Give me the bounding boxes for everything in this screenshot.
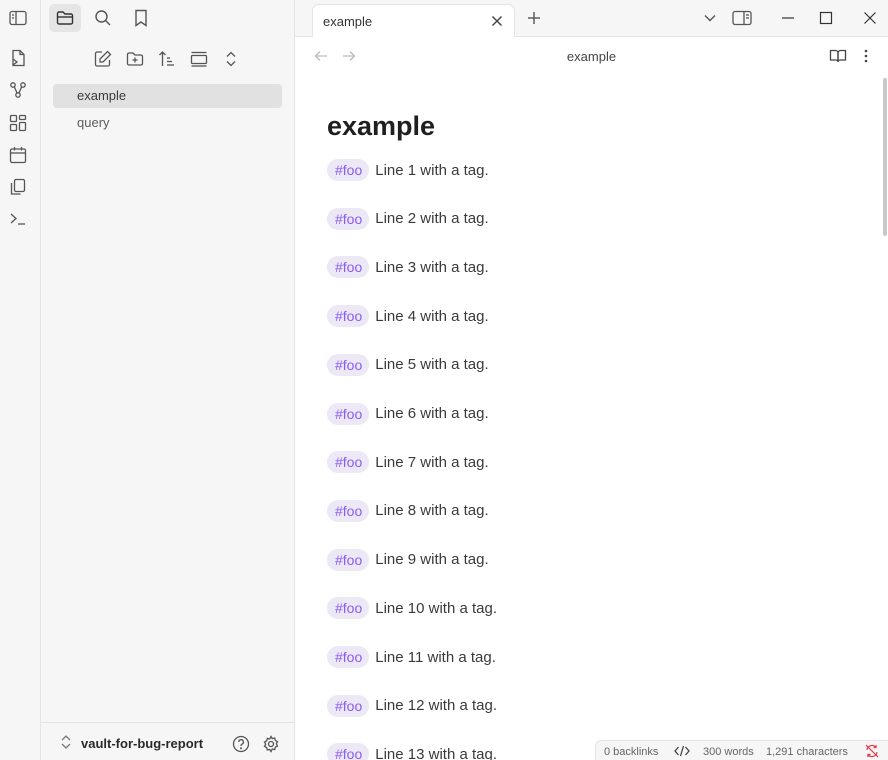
line-text: Line 1 with a tag. <box>375 161 489 179</box>
vault-switcher-icon[interactable] <box>59 733 73 751</box>
help-icon[interactable] <box>231 734 251 754</box>
document-line: #foo Line 8 with a tag. <box>327 497 489 525</box>
toggle-sidebar-icon[interactable] <box>6 6 30 30</box>
scrollbar[interactable] <box>883 78 887 236</box>
settings-gear-icon[interactable] <box>261 734 281 754</box>
line-text: Line 6 with a tag. <box>375 405 489 422</box>
document-line: #foo Line 13 with a tag. <box>327 740 497 760</box>
tab-example[interactable]: example <box>312 4 515 38</box>
file-item-query[interactable]: query <box>53 111 282 135</box>
folder-icon <box>56 11 74 25</box>
document-line: #foo Line 11 with a tag. <box>327 643 496 671</box>
tag-pill[interactable]: #foo <box>327 597 370 620</box>
templates-icon[interactable] <box>6 175 30 199</box>
view-title[interactable]: example <box>295 49 888 64</box>
search-tab[interactable] <box>87 4 119 32</box>
reading-view-book-icon[interactable] <box>828 46 848 66</box>
close-icon[interactable] <box>489 13 505 29</box>
bookmark-icon <box>135 9 147 27</box>
tag-pill[interactable]: #foo <box>327 353 370 376</box>
backlinks-count[interactable]: 0 backlinks <box>604 746 658 758</box>
file-label: example <box>77 88 127 103</box>
new-folder-icon <box>126 52 144 66</box>
document-line: #foo Line 9 with a tag. <box>327 546 489 574</box>
ribbon <box>0 0 41 760</box>
line-text: Line 3 with a tag. <box>375 258 489 276</box>
search-icon <box>95 10 111 26</box>
line-text: Line 5 with a tag. <box>375 356 489 374</box>
files-tab[interactable] <box>49 4 81 32</box>
word-count: 300 words <box>703 746 754 758</box>
document-line: #foo Line 2 with a tag. <box>327 205 489 233</box>
tag-pill[interactable]: #foo <box>327 256 370 279</box>
document-line: #foo Line 1 with a tag. <box>327 156 489 184</box>
tag-pill[interactable]: #foo <box>327 694 370 717</box>
character-count: 1,291 characters <box>766 746 848 758</box>
status-bar: 0 backlinks 300 words 1,291 characters <box>595 740 888 760</box>
toggle-right-sidebar-icon[interactable] <box>730 6 754 30</box>
daily-notes-icon[interactable] <box>6 143 30 167</box>
tag-pill[interactable]: #foo <box>327 548 370 571</box>
reveal-icon <box>190 51 208 67</box>
tag-pill[interactable]: #foo <box>327 743 370 760</box>
sort-icon <box>159 51 174 66</box>
line-text: Line 11 with a tag. <box>375 648 496 666</box>
document-line: #foo Line 6 with a tag. <box>327 400 489 428</box>
tag-pill[interactable]: #foo <box>327 207 370 230</box>
new-note-button[interactable] <box>90 46 116 72</box>
graph-view-icon[interactable] <box>6 78 30 102</box>
tag-pill[interactable]: #foo <box>327 159 370 181</box>
document-line: #foo Line 7 with a tag. <box>327 448 489 476</box>
chevrons-up-down-icon <box>226 51 236 67</box>
document-line: #foo Line 10 with a tag. <box>327 594 497 622</box>
view-header: example <box>295 37 888 75</box>
source-mode-code-icon[interactable] <box>674 744 690 758</box>
editor-content[interactable]: example #foo Line 1 with a tag. #foo Line 2… <box>295 75 888 760</box>
title-bar: example <box>295 0 888 38</box>
open-quick-switcher-icon[interactable] <box>6 46 30 70</box>
vault-profile: vault-for-bug-report <box>41 722 295 760</box>
command-palette-icon[interactable] <box>6 207 30 231</box>
document-line: #foo Line 4 with a tag. <box>327 302 489 330</box>
document-line: #foo Line 3 with a tag. <box>327 253 489 281</box>
bookmarks-tab[interactable] <box>125 4 157 32</box>
tag-pill[interactable]: #foo <box>327 499 370 522</box>
file-label: query <box>77 115 110 130</box>
new-note-icon <box>94 50 112 67</box>
line-text: Line 4 with a tag. <box>375 307 489 325</box>
sort-button[interactable] <box>154 46 180 72</box>
line-text: Line 13 with a tag. <box>375 745 498 760</box>
tab-list-chevron-down-icon[interactable] <box>698 6 722 30</box>
window-close-icon[interactable] <box>858 6 882 30</box>
tag-pill[interactable]: #foo <box>327 451 370 474</box>
auto-reveal-button[interactable] <box>186 46 212 72</box>
minimize-icon[interactable] <box>776 6 800 30</box>
collapse-all-button[interactable] <box>218 46 244 72</box>
new-folder-button[interactable] <box>122 46 148 72</box>
document-line: #foo Line 12 with a tag. <box>327 692 497 720</box>
line-text: Line 10 with a tag. <box>375 599 498 617</box>
canvas-icon[interactable] <box>6 111 30 135</box>
tag-pill[interactable]: #foo <box>327 402 370 425</box>
vault-name[interactable]: vault-for-bug-report <box>81 736 203 751</box>
maximize-icon[interactable] <box>814 6 838 30</box>
sync-error-icon[interactable] <box>864 744 880 758</box>
tab-label: example <box>323 14 373 29</box>
left-sidebar: example query vault-for-bug-report <box>41 0 295 760</box>
document-line: #foo Line 5 with a tag. <box>327 351 489 379</box>
line-text: Line 9 with a tag. <box>375 551 489 569</box>
tag-pill[interactable]: #foo <box>327 646 370 668</box>
document-title: example <box>327 111 436 141</box>
new-tab-plus-icon[interactable] <box>522 6 546 30</box>
tag-pill[interactable]: #foo <box>327 305 370 328</box>
line-text: Line 2 with a tag. <box>375 210 489 228</box>
file-item-example[interactable]: example <box>53 84 282 108</box>
more-options-icon[interactable] <box>856 46 876 66</box>
line-text: Line 7 with a tag. <box>375 453 489 471</box>
line-text: Line 12 with a tag. <box>375 697 498 715</box>
line-text: Line 8 with a tag. <box>375 502 489 520</box>
